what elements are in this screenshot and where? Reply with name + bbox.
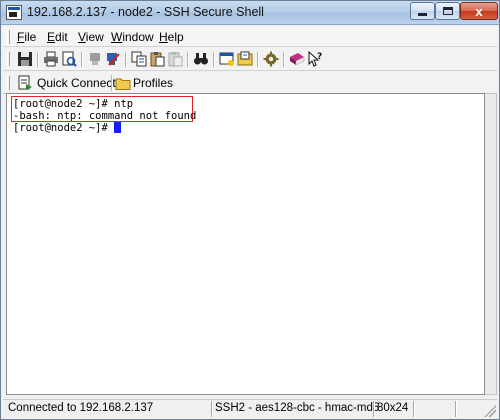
terminal-line: -bash: ntp: command not found [13, 110, 197, 122]
status-cell-empty [413, 401, 455, 417]
terminal-line: [root@node2 ~]# ntp [13, 98, 134, 110]
file-transfer-icon[interactable] [237, 51, 253, 67]
paste-disabled-icon[interactable] [167, 51, 183, 67]
profiles-book-icon[interactable] [289, 51, 305, 67]
quick-connect-button[interactable]: Quick Connect [37, 76, 116, 90]
terminal-size-status: 80x24 [373, 401, 411, 417]
window-title: 192.168.2.137 - node2 - SSH Secure Shell [27, 5, 264, 19]
status-bar: Connected to 192.168.2.137 SSH2 - aes128… [3, 399, 497, 418]
find-icon[interactable] [193, 51, 209, 67]
menu-file[interactable]: File [17, 30, 36, 44]
menu-help[interactable]: Help [159, 30, 184, 44]
save-icon[interactable] [17, 51, 33, 67]
resize-grip-icon[interactable] [484, 405, 496, 417]
menu-window[interactable]: Window [111, 30, 154, 44]
terminal-prompt-line: [root@node2 ~]# [13, 122, 122, 134]
print-icon[interactable] [43, 51, 59, 67]
minimize-icon [418, 12, 427, 16]
help-pointer-icon[interactable]: ? [307, 51, 323, 67]
new-terminal-icon[interactable] [219, 51, 235, 67]
terminal-app-icon[interactable] [6, 5, 22, 20]
print-preview-icon[interactable] [61, 51, 77, 67]
maximize-button[interactable] [435, 2, 460, 20]
toolbar-separator [125, 52, 127, 67]
quick-connect-icon[interactable] [17, 75, 33, 91]
svg-text:?: ? [317, 52, 322, 62]
menu-view[interactable]: View [78, 30, 104, 44]
connect-icon[interactable] [105, 51, 121, 67]
close-icon: x [475, 3, 483, 19]
toolbar-separator [81, 52, 83, 67]
quickbar-separator [111, 75, 113, 91]
quickbar-grip-icon[interactable] [7, 76, 10, 90]
toolbar-separator [187, 52, 189, 67]
paste-icon[interactable] [149, 51, 165, 67]
toolbar-grip-icon[interactable] [7, 52, 10, 66]
toolbar: ? [3, 48, 497, 71]
connection-status: Connected to 192.168.2.137 [8, 402, 154, 414]
close-button[interactable]: x [460, 2, 498, 20]
profiles-folder-icon[interactable] [115, 75, 131, 91]
toolbar-separator [37, 52, 39, 67]
quick-connect-bar: Quick Connect Profiles [3, 72, 497, 94]
toolbar-separator [283, 52, 285, 67]
terminal-prompt: [root@node2 ~]# [13, 122, 115, 134]
terminal-cursor [114, 122, 122, 133]
terminal-area[interactable]: [root@node2 ~]# ntp -bash: ntp: command … [6, 93, 485, 395]
vertical-scrollbar[interactable] [485, 93, 497, 395]
toolbar-separator [257, 52, 259, 67]
toolbar-separator [213, 52, 215, 67]
cipher-status: SSH2 - aes128-cbc - hmac-md5 [211, 401, 382, 417]
disconnect-icon[interactable] [87, 51, 103, 67]
copy-icon[interactable] [131, 51, 147, 67]
menu-bar: File Edit View Window Help [3, 27, 497, 47]
menu-edit[interactable]: Edit [47, 30, 68, 44]
profiles-button[interactable]: Profiles [133, 76, 173, 90]
status-cell-empty [455, 401, 483, 417]
ssh-window: 192.168.2.137 - node2 - SSH Secure Shell… [0, 0, 500, 420]
minimize-button[interactable] [410, 2, 435, 20]
maximize-icon [442, 7, 453, 15]
settings-icon[interactable] [263, 51, 279, 67]
title-bar[interactable]: 192.168.2.137 - node2 - SSH Secure Shell… [1, 1, 499, 25]
menubar-grip-icon[interactable] [7, 30, 10, 44]
